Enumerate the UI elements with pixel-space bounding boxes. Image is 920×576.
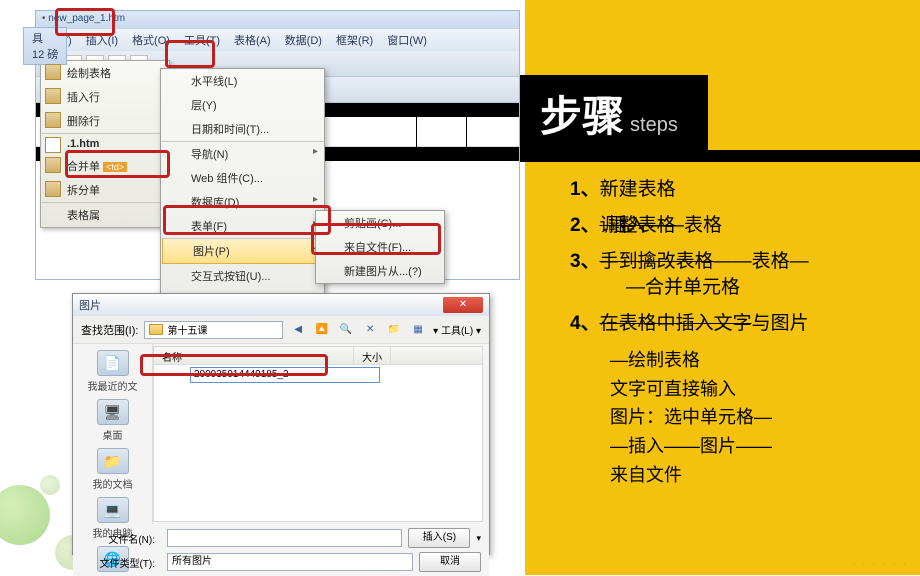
insert-form[interactable]: 表单(F)	[161, 214, 324, 238]
filename-input[interactable]	[167, 529, 402, 547]
place-mydocs[interactable]: 📁我的文档	[73, 446, 152, 493]
footer-watermark: · · · · · ·	[852, 558, 908, 569]
step-4-sub5: 来自文件	[610, 461, 900, 490]
col-size[interactable]: 大小	[354, 347, 391, 364]
menu-window[interactable]: 窗口(W)	[381, 31, 433, 49]
places-bar: 📄我最近的文 🖥桌面 📁我的文档 💻我的电脑 🌐	[73, 344, 153, 524]
menu-table[interactable]: 表格(A)	[228, 31, 277, 49]
dialog-bottom: 文件名(N): 插入(S)▾ 文件类型(T): 所有图片 取消	[73, 524, 489, 576]
screenshot-composite: • new_page_1.htm 图(V) 插入(I) 格式(O) 工具(T) …	[35, 10, 520, 560]
look-in-label: 查找范围(I):	[81, 322, 138, 338]
pic-new[interactable]: 新建图片从...(?)	[316, 259, 444, 283]
filetype-label: 文件类型(T):	[81, 555, 161, 570]
menu-tools[interactable]: 工具(T)	[178, 31, 226, 49]
dialog-body: 📄我最近的文 🖥桌面 📁我的文档 💻我的电脑 🌐 名称 大小 200935914…	[73, 344, 489, 524]
menu-bar[interactable]: 图(V) 插入(I) 格式(O) 工具(T) 表格(A) 数据(D) 框架(R)…	[36, 29, 519, 51]
file-list[interactable]: 名称 大小 200935914449185_2	[153, 346, 483, 522]
cancel-button[interactable]: 取消	[419, 552, 481, 572]
banner-strip	[510, 150, 920, 162]
menu-data[interactable]: 数据(D)	[279, 31, 328, 49]
step-3: 3、手到擒改表格——表格— —合并单元格	[570, 247, 900, 303]
steps-panel: 步骤 steps 1、新建表格 2、调整表格 插入——表格 3、手到擒改表格——…	[525, 0, 920, 575]
step-4: 4、在表格中插入文字与图片	[570, 309, 900, 339]
newfolder-icon[interactable]: 📁	[385, 321, 403, 339]
look-in-row: 查找范围(I): 第十五课 ◀ 🔼 🔍 ✕ 📁 ▦ ▾ 工具(L) ▾	[73, 316, 489, 344]
step-4-sub2: 文字可直接输入	[610, 375, 900, 404]
up-icon[interactable]: 🔼	[313, 321, 331, 339]
menu-file-ref: .1.htm	[41, 133, 169, 154]
table-menu-dropdown: 具12 磅 绘制表格 插入行 删除行 .1.htm 合并单 <td> 拆分单 表…	[40, 60, 170, 228]
menu-delete-row[interactable]: 删除行	[41, 109, 169, 133]
insert-nav[interactable]: 导航(N)	[161, 141, 324, 166]
insert-button[interactable]: 插入(S)	[408, 528, 470, 548]
place-recent[interactable]: 📄我最近的文	[73, 348, 152, 395]
insert-webcomp[interactable]: Web 组件(C)...	[161, 166, 324, 190]
views-icon[interactable]: ▦	[409, 321, 427, 339]
recent-icon: 📄	[97, 350, 129, 376]
menu-split-cells[interactable]: 拆分单	[41, 178, 169, 202]
pic-from-file[interactable]: 来自文件(F)...	[316, 235, 444, 259]
dialog-titlebar: 图片 ✕	[73, 294, 489, 316]
col-name[interactable]: 名称	[154, 347, 354, 364]
menu-draw-table[interactable]: 绘制表格	[41, 61, 169, 85]
desktop-icon: 🖥	[97, 399, 129, 425]
column-headers: 名称 大小	[154, 347, 482, 365]
insert-datetime[interactable]: 日期和时间(T)...	[161, 117, 324, 141]
back-icon[interactable]: ◀	[289, 321, 307, 339]
banner-en: steps	[630, 114, 678, 137]
dialog-title: 图片	[79, 297, 101, 313]
menu-merge-cells[interactable]: 合并单 <td>	[41, 154, 169, 178]
step-4-sub3: 图片：选中单元格—	[610, 403, 900, 432]
look-in-combo[interactable]: 第十五课	[144, 321, 283, 339]
menu-table-props[interactable]: 表格属	[41, 202, 169, 227]
folder-icon	[149, 324, 163, 335]
step-1: 1、新建表格	[570, 175, 900, 205]
banner-cn: 步骤	[540, 83, 624, 144]
insert-hr[interactable]: 水平线(L)	[161, 69, 324, 93]
insert-interactive-btn[interactable]: 交互式按钮(U)...	[161, 264, 324, 288]
delete-icon[interactable]: ✕	[361, 321, 379, 339]
filename-label: 文件名(N):	[81, 531, 161, 546]
steps-list: 1、新建表格 2、调整表格 插入——表格 3、手到擒改表格——表格— —合并单元…	[570, 175, 900, 490]
step-4-sub4: —插入——图片——	[610, 432, 900, 461]
pic-clipart[interactable]: 剪贴画(C)...	[316, 211, 444, 235]
insert-menu-dropdown: 水平线(L) 层(Y) 日期和时间(T)... 导航(N) Web 组件(C).…	[160, 68, 325, 313]
step-4-sub1: —绘制表格	[610, 346, 900, 375]
close-icon[interactable]: ✕	[443, 297, 483, 313]
insert-db[interactable]: 数据库(D)	[161, 190, 324, 214]
steps-banner: 步骤 steps	[510, 75, 708, 156]
step-2: 2、调整表格 插入——表格	[570, 211, 900, 241]
menu-insert-row[interactable]: 插入行	[41, 85, 169, 109]
menu-insert[interactable]: 插入(I)	[80, 31, 124, 49]
picture-submenu: 剪贴画(C)... 来自文件(F)... 新建图片从...(?)	[315, 210, 445, 284]
mydocs-icon: 📁	[97, 448, 129, 474]
search-icon[interactable]: 🔍	[337, 321, 355, 339]
mycomp-icon: 💻	[97, 497, 129, 523]
menu-format[interactable]: 格式(O)	[126, 31, 176, 49]
insert-picture[interactable]: 图片(P)	[162, 238, 323, 264]
title-bar: • new_page_1.htm	[36, 11, 519, 29]
menu-frame[interactable]: 框架(R)	[330, 31, 379, 49]
insert-layer[interactable]: 层(Y)	[161, 93, 324, 117]
filetype-input[interactable]: 所有图片	[167, 553, 413, 571]
filename-selected[interactable]: 200935914449185_2	[190, 367, 380, 383]
place-desktop[interactable]: 🖥桌面	[73, 397, 152, 444]
file-open-dialog: 图片 ✕ 查找范围(I): 第十五课 ◀ 🔼 🔍 ✕ 📁 ▦ ▾ 工具(L) ▾…	[72, 293, 490, 555]
